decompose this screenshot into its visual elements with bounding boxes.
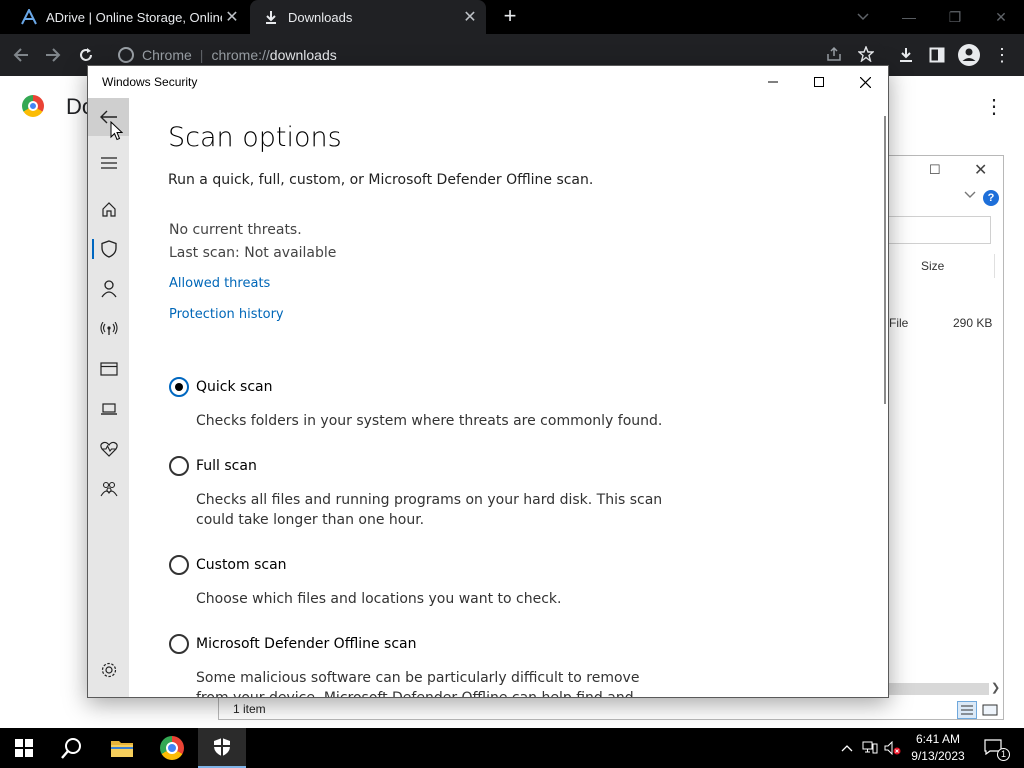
bookmark-star-icon[interactable]	[857, 45, 875, 65]
custom-scan-description: Choose which files and locations you wan…	[196, 591, 562, 607]
nav-account-protection-icon[interactable]	[88, 272, 129, 306]
quick-scan-label: Quick scan	[196, 379, 273, 395]
full-scan-label: Full scan	[196, 458, 257, 474]
nav-device-security-icon[interactable]	[88, 392, 129, 426]
file-explorer-folder-icon[interactable]	[98, 728, 146, 768]
network-icon[interactable]	[860, 728, 880, 768]
url-scheme: chrome://	[211, 47, 270, 63]
hamburger-menu-icon[interactable]	[88, 146, 129, 180]
quick-scan-description: Checks folders in your system where thre…	[196, 413, 663, 429]
new-tab-button[interactable]: +	[498, 4, 522, 28]
nav-home-icon[interactable]	[88, 192, 129, 226]
url-path: downloads	[269, 47, 337, 63]
explorer-close-icon[interactable]: ✕	[974, 160, 987, 180]
omnibox-separator: |	[199, 47, 204, 63]
browser-tabstrip: ADrive | Online Storage, Online B ✕ Down…	[0, 0, 1024, 34]
last-scan-text: Last scan: Not available	[169, 245, 337, 261]
full-scan-option[interactable]: Full scan	[169, 456, 257, 476]
tab-close-icon[interactable]: ✕	[460, 7, 480, 27]
forward-icon[interactable]	[40, 42, 66, 68]
volume-muted-icon[interactable]	[883, 728, 903, 768]
chrome-menu-icon[interactable]: ⋮	[989, 42, 1015, 68]
nav-device-health-heart-icon[interactable]	[88, 432, 129, 466]
taskbar-clock[interactable]: 6:41 AM 9/13/2023	[902, 731, 974, 765]
full-scan-radio[interactable]	[169, 456, 189, 476]
windows-security-window: Windows Security Scan options Run a quic…	[87, 65, 889, 698]
tab-title: ADrive | Online Storage, Online B	[46, 9, 222, 25]
allowed-threats-link[interactable]: Allowed threats	[169, 276, 270, 291]
notifications-icon[interactable]: 1	[980, 728, 1010, 768]
full-scan-description: Checks all files and running programs on…	[196, 492, 663, 528]
mouse-pointer-icon	[110, 120, 124, 146]
ws-maximize-button[interactable]	[796, 66, 842, 98]
notification-count-badge: 1	[997, 748, 1010, 761]
tab-close-icon[interactable]: ✕	[222, 7, 242, 27]
offline-scan-description: Some malicious software can be particula…	[196, 670, 640, 698]
large-icons-view-icon[interactable]	[981, 701, 999, 719]
page-subtitle: Run a quick, full, custom, or Microsoft …	[168, 172, 594, 188]
search-icon[interactable]	[48, 728, 96, 768]
security-nav-rail	[88, 98, 129, 697]
status-item-count: 1 item	[233, 702, 266, 716]
profile-avatar-icon[interactable]	[956, 42, 982, 68]
details-view-icon[interactable]	[957, 701, 977, 719]
horizontal-scrollbar[interactable]	[879, 683, 989, 695]
adrive-icon	[20, 8, 38, 26]
quick-scan-option[interactable]: Quick scan	[169, 377, 272, 397]
scroll-right-icon[interactable]: ❯	[991, 681, 1000, 694]
windows-security-taskbar-icon[interactable]	[198, 728, 246, 768]
clock-time: 6:41 AM	[915, 732, 961, 746]
page-heading: Scan options	[168, 122, 342, 153]
offline-scan-option[interactable]: Microsoft Defender Offline scan	[169, 634, 417, 654]
side-panel-icon[interactable]	[924, 42, 950, 68]
nav-family-options-icon[interactable]	[88, 472, 129, 506]
tab-downloads[interactable]: Downloads ✕	[250, 0, 486, 34]
custom-scan-radio[interactable]	[169, 555, 189, 575]
close-button[interactable]: ✕	[978, 0, 1024, 34]
nav-virus-protection-shield-icon[interactable]	[88, 232, 129, 266]
start-windows-icon[interactable]	[0, 728, 48, 768]
ribbon-expand-icon[interactable]	[964, 190, 976, 202]
help-icon[interactable]: ?	[983, 190, 999, 206]
offline-scan-label: Microsoft Defender Offline scan	[196, 636, 417, 652]
chrome-site-icon	[118, 47, 134, 63]
quick-scan-radio[interactable]	[169, 377, 189, 397]
nav-settings-gear-icon[interactable]	[88, 653, 129, 687]
window-title: Windows Security	[102, 75, 198, 89]
nav-app-browser-control-icon[interactable]	[88, 352, 129, 386]
page-menu-icon[interactable]: ⋮	[984, 94, 1004, 119]
protection-history-link[interactable]: Protection history	[169, 307, 284, 322]
custom-scan-option[interactable]: Custom scan	[169, 555, 287, 575]
threat-status-text: No current threats.	[169, 222, 302, 238]
nav-firewall-network-icon[interactable]	[88, 312, 129, 346]
chrome-logo	[22, 95, 44, 117]
download-icon	[262, 8, 280, 26]
explorer-search-input[interactable]	[887, 216, 991, 244]
taskbar: 6:41 AM 9/13/2023 1	[0, 728, 1024, 768]
tray-chevron-icon[interactable]	[838, 728, 856, 768]
back-icon[interactable]	[8, 42, 34, 68]
explorer-maximize-icon[interactable]: ☐	[929, 162, 941, 178]
tab-search-icon[interactable]	[840, 0, 886, 34]
minimize-button[interactable]: —	[886, 0, 932, 34]
chrome-taskbar-icon[interactable]	[148, 728, 196, 768]
content-scrollbar[interactable]	[884, 116, 886, 404]
offline-scan-radio[interactable]	[169, 634, 189, 654]
tab-title: Downloads	[288, 9, 353, 25]
clock-date: 9/13/2023	[911, 749, 965, 763]
ws-close-button[interactable]	[842, 66, 888, 98]
site-label: Chrome	[142, 47, 192, 63]
window-titlebar: Windows Security	[88, 66, 888, 98]
file-size-cell: 290 KB	[953, 316, 993, 330]
downloads-icon[interactable]	[893, 42, 919, 68]
ws-minimize-button[interactable]	[750, 66, 796, 98]
share-icon[interactable]	[826, 46, 842, 65]
file-type-cell: File	[889, 316, 909, 330]
tab-adrive[interactable]: ADrive | Online Storage, Online B ✕	[8, 0, 248, 34]
restore-button[interactable]: ❐	[932, 0, 978, 34]
column-header-size[interactable]: Size	[921, 259, 944, 273]
custom-scan-label: Custom scan	[196, 557, 287, 573]
active-indicator	[92, 239, 94, 259]
column-divider	[994, 254, 995, 278]
